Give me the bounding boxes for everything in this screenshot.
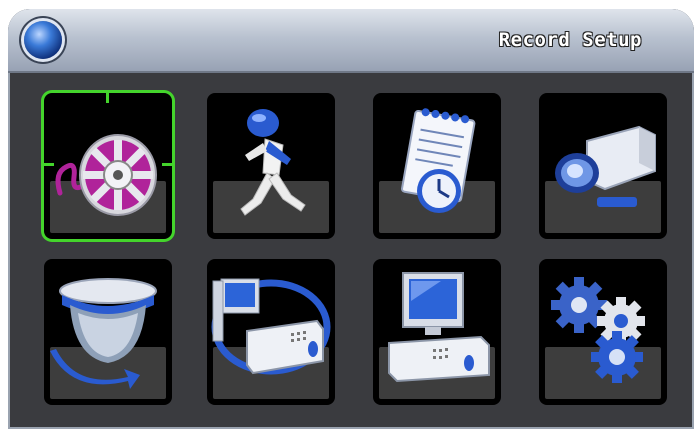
tile-motion-record[interactable] — [207, 93, 335, 239]
window-title: Record Setup — [498, 29, 642, 51]
tile-schedule[interactable] — [373, 93, 501, 239]
tile-advanced-settings[interactable] — [539, 259, 667, 405]
tile-camera[interactable] — [539, 93, 667, 239]
tile-computer-dvr[interactable] — [373, 259, 501, 405]
menu-orb-icon[interactable] — [24, 21, 62, 59]
tile-record-reel[interactable] — [44, 93, 172, 239]
record-setup-window: Record Setup — [8, 9, 694, 429]
tile-dome-camera[interactable] — [44, 259, 172, 405]
title-bar: Record Setup — [8, 9, 694, 73]
tile-network-dvr[interactable] — [207, 259, 335, 405]
setup-icon-grid — [8, 73, 694, 429]
